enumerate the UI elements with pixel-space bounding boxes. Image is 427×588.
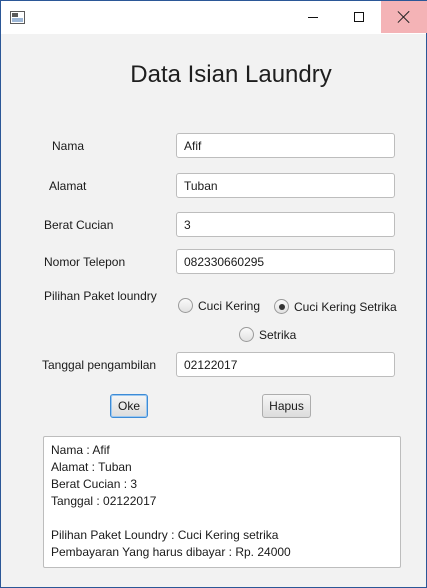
telepon-field[interactable] (176, 249, 395, 274)
berat-field[interactable] (176, 212, 395, 237)
radio-indicator (239, 327, 254, 342)
radio-label: Setrika (259, 327, 297, 342)
minimize-icon (308, 16, 318, 18)
page-title: Data Isian Laundry (130, 61, 332, 88)
output-line: Pembayaran Yang harus dibayar : Rp. 2400… (51, 545, 291, 559)
output-line: Nama : Afif (51, 443, 110, 457)
nama-field[interactable] (176, 133, 395, 158)
tanggal-field[interactable] (176, 352, 395, 377)
radio-indicator (178, 298, 193, 313)
tanggal-label: Tanggal pengambilan (42, 358, 157, 372)
output-line: Tanggal : 02122017 (51, 494, 157, 508)
hapus-button[interactable]: Hapus (262, 394, 311, 418)
radio-cuci-kering-setrika[interactable]: Cuci Kering Setrika (274, 299, 397, 314)
berat-label: Berat Cucian (44, 218, 114, 232)
title-bar (1, 1, 427, 34)
oke-button[interactable]: Oke (110, 394, 148, 418)
radio-indicator-selected (274, 299, 289, 314)
maximize-button[interactable] (336, 1, 382, 33)
radio-setrika[interactable]: Setrika (239, 327, 296, 342)
telepon-label: Nomor Telepon (44, 255, 126, 269)
output-textarea[interactable]: Nama : Afif Alamat : Tuban Berat Cucian … (43, 436, 401, 568)
close-icon (398, 11, 410, 23)
nama-label: Nama (52, 139, 85, 153)
radio-label: Cuci Kering Setrika (294, 299, 397, 314)
radio-cuci-kering[interactable]: Cuci Kering (178, 298, 260, 313)
minimize-button[interactable] (290, 1, 336, 33)
output-line: Alamat : Tuban (51, 460, 132, 474)
output-line: Berat Cucian : 3 (51, 477, 138, 491)
window-icon (10, 11, 25, 24)
radio-label: Cuci Kering (198, 298, 261, 313)
close-button[interactable] (381, 1, 427, 33)
app-window: Data Isian Laundry Nama Alamat Berat Cuc… (0, 0, 427, 588)
alamat-label: Alamat (49, 179, 87, 193)
paket-label: Pilihan Paket loundry (44, 289, 157, 303)
alamat-field[interactable] (176, 173, 395, 198)
output-line: Pilihan Paket Loundry : Cuci Kering setr… (51, 528, 279, 542)
maximize-icon (354, 12, 364, 22)
